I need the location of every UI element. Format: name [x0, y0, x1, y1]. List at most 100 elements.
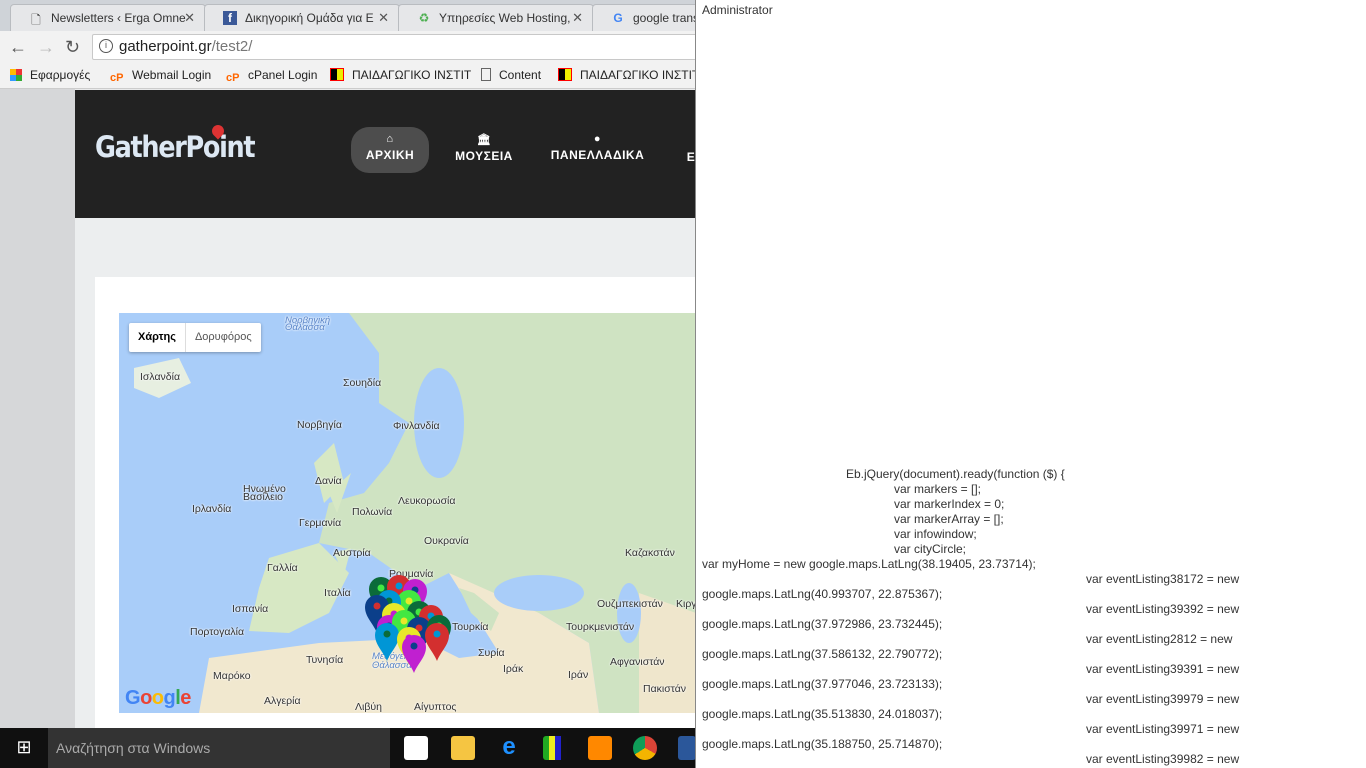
pi-icon [330, 68, 344, 81]
map-marker-dot [377, 584, 385, 592]
tab-strip: 🗋 Newsletters ‹ Erga Omne ✕ f Δικηγορική Ομ… [0, 0, 712, 31]
google-map[interactable]: Χάρτης Δορυφόρος Νορβηγική Θάλασσα Ισλανδί… [119, 313, 696, 713]
bookmark-webmail[interactable]: cP Webmail Login [110, 68, 211, 85]
map-marker-dot [383, 630, 391, 638]
bookmark-pi-1[interactable]: ΠΑΙΔΑΓΩΓΙΚΟ ΙΝΣΤΙΤ [330, 68, 471, 82]
code-line: var infowindow; [894, 527, 977, 541]
bookmark-pi-2[interactable]: ΠΑΙΔΑΓΩΓΙΚΟ ΙΝΣΤΙΤ [558, 68, 699, 82]
bookmark-cpanel[interactable]: cP cPanel Login [226, 68, 317, 85]
code-line: var markerIndex = 0; [894, 497, 1005, 511]
code-line: var eventListing39391 = new [1086, 662, 1240, 676]
map-marker-dot [405, 597, 413, 605]
map-marker[interactable] [375, 623, 399, 661]
info-icon: i [99, 39, 113, 53]
word-icon[interactable] [678, 736, 696, 760]
menu-label: ΠΑΝΕΛΛΑΔΙΚΑ [550, 148, 645, 162]
code-line: var markers = []; [894, 482, 982, 496]
code-line: google.maps.LatLng(37.977046, 23.723133)… [702, 677, 943, 691]
url-path: /test2/ [211, 38, 253, 55]
apps-icon [10, 69, 22, 81]
tab-newsletters[interactable]: 🗋 Newsletters ‹ Erga Omne ✕ [10, 4, 206, 31]
menu-museums[interactable]: 🏛 ΜΟΥΣΕΙΑ [445, 127, 523, 173]
menu-label: Ε [686, 150, 696, 164]
code-line: var myHome = new google.maps.LatLng(38.1… [702, 557, 1036, 571]
code-line: google.maps.LatLng(40.993707, 22.875367)… [702, 587, 943, 601]
globe-icon: ● [593, 133, 602, 145]
map-marker-dot [373, 602, 381, 610]
page-icon: 🗋 [31, 13, 41, 27]
cpanel-icon: cP [110, 72, 124, 84]
map-marker[interactable] [425, 623, 449, 661]
admin-panel: Administrator Eb.jQuery(document).ready(… [695, 0, 1366, 768]
tab-title: Δικηγορική Ομάδα για Ε [245, 11, 374, 25]
bookmark-label: Content [499, 68, 542, 82]
bookmark-label: cPanel Login [248, 68, 318, 82]
close-icon[interactable]: ✕ [184, 10, 195, 26]
site-logo[interactable]: GatherPoint [95, 130, 256, 164]
home-icon: ⌂ [386, 133, 394, 145]
url-host: gatherpoint.gr [119, 38, 212, 55]
code-line: google.maps.LatLng(37.586132, 22.790772)… [702, 647, 943, 661]
bookmark-label: ΠΑΙΔΑΓΩΓΙΚΟ ΙΝΣΤΙΤ [580, 68, 700, 82]
menu-panhellenic[interactable]: ● ΠΑΝΕΛΛΑΔΙΚΑ [545, 127, 650, 173]
map-marker-dot [400, 617, 408, 625]
code-line: google.maps.LatLng(35.513830, 24.018037)… [702, 707, 943, 721]
tab-title: Newsletters ‹ Erga Omne [51, 11, 186, 25]
address-bar[interactable]: i gatherpoint.gr/test2/ [92, 34, 712, 60]
pi-icon [558, 68, 572, 81]
map-marker-dot [395, 582, 403, 590]
code-line: var eventListing2812 = new [1086, 632, 1233, 646]
windows-taskbar: ⊞ Αναζήτηση στα Windows e [0, 728, 696, 768]
reload-icon[interactable]: ↻ [65, 37, 80, 58]
leaf-icon: ♻ [418, 11, 430, 25]
google-icon: G [613, 11, 623, 25]
bookmarks-bar: Εφαρμογές cP Webmail Login cP cPanel Login… [0, 63, 699, 89]
chrome-icon[interactable] [633, 736, 657, 760]
menu-label: ΜΟΥΣΕΙΑ [455, 149, 513, 163]
store-icon[interactable] [404, 736, 428, 760]
code-line: var markerArray = []; [894, 512, 1004, 526]
code-line: Eb.jQuery(document).ready(function ($) { [846, 467, 1065, 481]
map-marker-dot [433, 630, 441, 638]
bookmark-label: Εφαρμογές [30, 68, 91, 82]
bookmark-label: Webmail Login [132, 68, 212, 82]
edge-icon[interactable]: e [497, 735, 521, 760]
taskbar-search[interactable]: Αναζήτηση στα Windows [48, 728, 390, 768]
google-logo: Google [125, 687, 191, 709]
bookmark-apps[interactable]: Εφαρμογές [10, 68, 90, 82]
menu-label: ΑΡΧΙΚΗ [365, 148, 415, 162]
tab-hosting[interactable]: ♻ Υπηρεσίες Web Hosting, ✕ [398, 4, 594, 31]
facebook-icon: f [223, 11, 237, 25]
tab-title: Υπηρεσίες Web Hosting, [439, 11, 571, 25]
bookmark-content[interactable]: Content [481, 68, 541, 82]
code-line: var cityCircle; [894, 542, 967, 556]
code-line: google.maps.LatLng(37.972986, 23.732445)… [702, 617, 943, 631]
file-explorer-icon[interactable] [451, 736, 475, 760]
code-line: var eventListing39971 = new [1086, 722, 1240, 736]
panel-title: Administrator [702, 3, 773, 17]
code-line: var eventListing39392 = new [1086, 602, 1240, 616]
code-line: var eventListing39979 = new [1086, 692, 1240, 706]
close-icon[interactable]: ✕ [572, 10, 583, 26]
close-icon[interactable]: ✕ [378, 10, 389, 26]
map-marker[interactable] [402, 635, 426, 673]
page-icon [481, 68, 491, 81]
page-gutter [0, 89, 75, 729]
cpanel-icon: cP [226, 72, 240, 84]
browser-toolbar: ← → ↻ i gatherpoint.gr/test2/ [0, 31, 712, 63]
bookmark-label: ΠΑΙΔΑΓΩΓΙΚΟ ΙΝΣΤΙΤ [352, 68, 472, 82]
map-marker-dot [410, 642, 418, 650]
windows-start-icon[interactable]: ⊞ [0, 728, 48, 768]
tab-google[interactable]: Ggoogle transa [592, 4, 712, 31]
museum-icon: 🏛 [476, 134, 492, 146]
code-line: var eventListing39982 = new [1086, 752, 1240, 766]
map-markers [365, 575, 451, 673]
site-header: GatherPoint ⌂ ΑΡΧΙΚΗ 🏛 ΜΟΥΣΕΙΑ ● ΠΑΝΕΛΛΑΔΙΚ… [75, 90, 696, 218]
tab-facebook[interactable]: f Δικηγορική Ομάδα για Ε ✕ [204, 4, 400, 31]
code-line: var eventListing38172 = new [1086, 572, 1240, 586]
menu-home[interactable]: ⌂ ΑΡΧΙΚΗ [351, 127, 429, 173]
forward-icon[interactable]: → [37, 37, 55, 58]
back-icon[interactable]: ← [9, 37, 27, 58]
media-player-icon[interactable] [588, 736, 612, 760]
app-books-icon[interactable] [543, 736, 567, 760]
